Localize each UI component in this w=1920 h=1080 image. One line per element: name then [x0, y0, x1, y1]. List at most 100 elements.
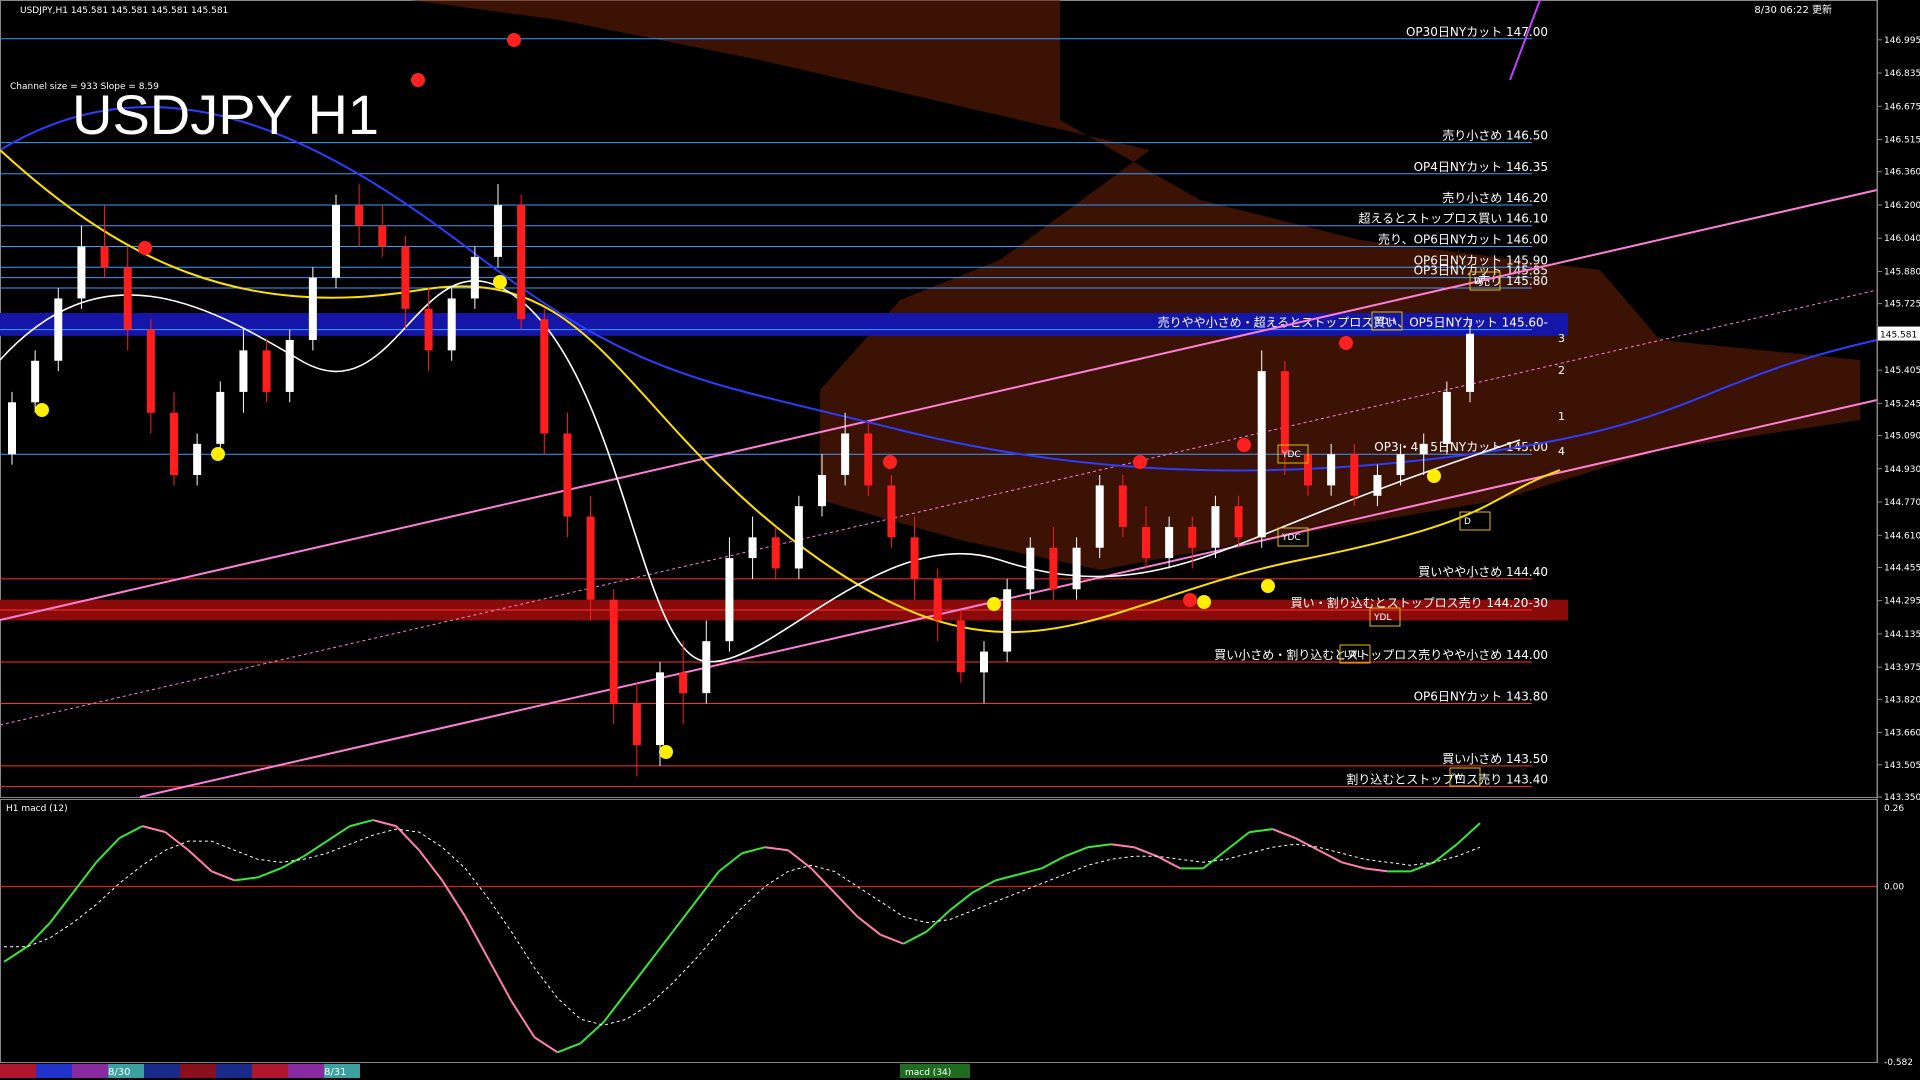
level-label: 売り小さめ 146.20 [1442, 190, 1548, 205]
usdjpy-h1-chart: OP30日NYカット 147.00売り小さめ 146.50OP4日NYカット 1… [0, 0, 1920, 1080]
price-tick-label: 145.880 [1884, 267, 1920, 277]
candle-body [216, 391, 225, 444]
candle-body [632, 703, 641, 746]
time-segment [252, 1064, 288, 1078]
level-label: 売り小さめ 146.50 [1442, 128, 1548, 143]
candle-body [1026, 547, 1035, 590]
time-segment [288, 1064, 324, 1078]
last-price-label: 145.581 [1880, 331, 1917, 341]
candle-body [517, 204, 526, 320]
candle-body [956, 620, 965, 673]
candle-body [100, 246, 109, 268]
candle-body [1442, 391, 1451, 444]
fractal-marker [35, 403, 49, 417]
candle-body [748, 537, 757, 559]
box-label: YDC [1281, 533, 1301, 543]
fractal-marker [1427, 469, 1441, 483]
level-label: 買い小さめ・割り込むとストップロス売りやや小さめ 144.00 [1214, 647, 1548, 662]
price-tick-label: 143.350 [1884, 793, 1920, 803]
level-label: 買い小さめ 143.50 [1442, 752, 1548, 766]
candle-body [77, 246, 86, 299]
wave-label: 4 [1558, 445, 1565, 458]
time-segment [72, 1064, 108, 1078]
candle-body [1211, 506, 1220, 548]
candle-body [332, 204, 340, 278]
candle-body [1095, 485, 1104, 548]
candle-body [239, 350, 248, 392]
wave-label: 2 [1558, 364, 1565, 377]
wave-label: 3 [1558, 332, 1565, 345]
box-label: YDC [1281, 450, 1301, 460]
candle-body [1165, 526, 1174, 559]
price-tick-label: 146.360 [1884, 168, 1920, 178]
level-label: OP6日NYカット 143.80 [1414, 690, 1548, 704]
price-tick-label: 143.660 [1884, 729, 1920, 739]
channel-info: Channel size = 933 Slope = 8.59 [10, 82, 159, 92]
candle-body [308, 277, 317, 340]
wave-label: 1 [1558, 410, 1565, 423]
fractal-marker [1237, 438, 1251, 452]
price-tick-label: 145.405 [1884, 366, 1920, 376]
time-segment [36, 1064, 72, 1078]
candle-body [1373, 475, 1382, 496]
candle-body [540, 319, 549, 434]
candle-body [679, 672, 688, 694]
macd-tick-label: 0.26 [1884, 804, 1904, 814]
timestamp: 8/30 06:22 更新 [1754, 3, 1832, 16]
candle-body [1396, 454, 1405, 476]
candle-body [563, 433, 572, 517]
macd-tick-label: -0.582 [1884, 1058, 1913, 1068]
price-tick-label: 146.515 [1884, 136, 1920, 146]
candle-body [1280, 371, 1289, 455]
level-label: 買い・割り込むとストップロス売り 144.20-30 [1291, 595, 1548, 610]
level-label: 売り 145.80 [1478, 273, 1548, 288]
price-tick-label: 144.610 [1884, 531, 1920, 541]
candle-body [1466, 333, 1474, 392]
fractal-marker [507, 33, 521, 47]
candle-body [794, 506, 803, 569]
candle-body [933, 578, 942, 621]
fractal-marker [1197, 595, 1211, 609]
macd-tick-label: 0.00 [1884, 882, 1904, 892]
price-tick-label: 144.295 [1884, 597, 1920, 607]
price-tick-label: 143.505 [1884, 761, 1920, 771]
fractal-marker [411, 73, 425, 87]
price-tick-label: 145.725 [1884, 300, 1920, 310]
candle-body [447, 298, 456, 351]
candle-body [1142, 526, 1150, 559]
price-tick-label: 146.675 [1884, 102, 1920, 112]
box-label: D [1464, 517, 1471, 527]
candle-body [1072, 547, 1081, 590]
fractal-marker [1339, 336, 1353, 350]
level-label: 超えるとストップロス買い 146.10 [1359, 211, 1548, 226]
candle-body [123, 267, 132, 330]
candle-body [1003, 589, 1012, 652]
time-segment [216, 1064, 252, 1078]
price-tick-label: 144.930 [1884, 465, 1920, 475]
candle-body [725, 558, 734, 642]
fractal-marker [138, 241, 152, 255]
candle-body [401, 246, 410, 309]
candle-body [910, 537, 919, 579]
level-label: OP4日NYカット 146.35 [1414, 160, 1548, 174]
fractal-marker [1183, 593, 1197, 607]
box-label: W [1454, 773, 1463, 783]
box-label: LWL [1344, 650, 1362, 660]
instrument-line: USDJPY,H1 145.581 145.581 145.581 145.58… [20, 6, 228, 16]
candle-body [1234, 506, 1243, 538]
level-label: 売り、OP6日NYカット 146.00 [1378, 232, 1548, 247]
box-label: D [1474, 277, 1481, 287]
fractal-marker [1261, 579, 1275, 593]
candle-body [656, 672, 664, 746]
date-label: 8/31 [324, 1067, 346, 1078]
macd-label: H1 macd (12) [6, 804, 68, 814]
box-label: YDL [1373, 613, 1391, 623]
candle-body [355, 204, 364, 226]
candle-body [980, 651, 988, 673]
price-tick-label: 145.090 [1884, 432, 1920, 442]
box-label: YDH [1375, 317, 1395, 327]
candle-body [1419, 443, 1428, 455]
price-tick-label: 146.040 [1884, 234, 1920, 244]
fractal-marker [659, 745, 673, 759]
candle-body [424, 308, 433, 351]
